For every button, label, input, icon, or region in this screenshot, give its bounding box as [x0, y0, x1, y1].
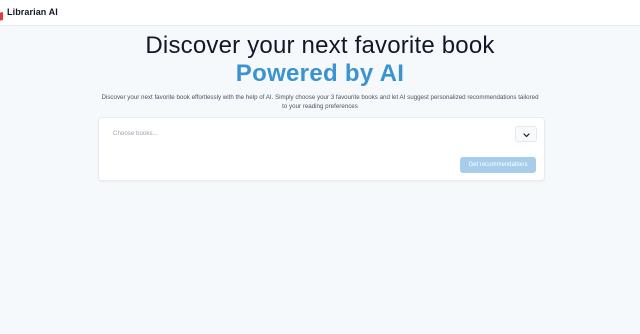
get-recommendations-button[interactable]: Get recommendations: [460, 157, 536, 173]
app-name: Librarian AI: [7, 7, 58, 17]
select-toggle-button[interactable]: [515, 126, 537, 142]
hero-description: Discover your next favorite book effortl…: [101, 94, 539, 110]
book-select-placeholder: Choose books...: [113, 130, 158, 137]
hero-title: Discover your next favorite book: [145, 32, 495, 59]
top-navbar: Librarian AI: [0, 0, 640, 26]
book-select[interactable]: Choose books...: [107, 126, 537, 142]
book-logo-icon: [0, 8, 4, 21]
book-selection-card: Choose books... Get recommendations: [98, 117, 545, 181]
hero-subtitle: Powered by AI: [235, 60, 405, 87]
brand[interactable]: Librarian AI: [0, 7, 58, 21]
chevron-down-icon: [522, 125, 530, 143]
